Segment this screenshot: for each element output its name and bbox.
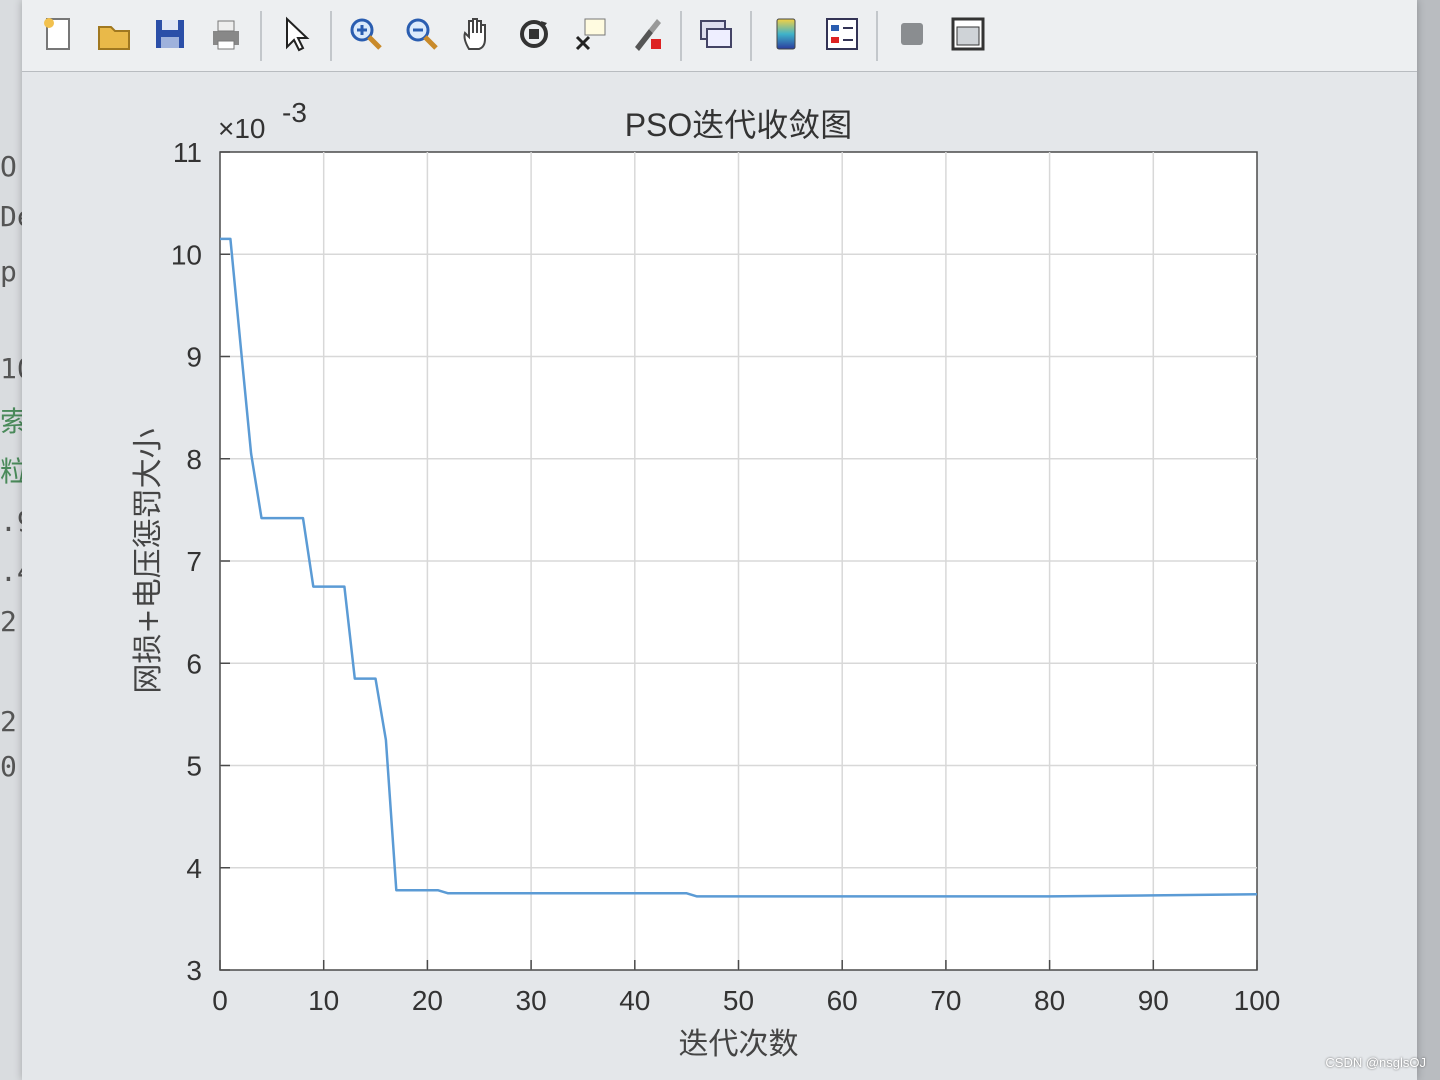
background-code-line: p (0, 255, 17, 288)
figure-toolbar (22, 0, 1417, 72)
y-tick-label: 7 (186, 546, 202, 577)
legend-icon (823, 15, 861, 57)
new-file-button[interactable] (34, 12, 82, 60)
chart-title: PSO迭代收敛图 (625, 107, 853, 143)
x-tick-label: 50 (723, 985, 754, 1016)
y-tick-label: 6 (186, 648, 202, 679)
colorbar-button[interactable] (762, 12, 810, 60)
convergence-chart: 0 10 20 30 40 50 60 70 80 90 100 3 4 5 6 7 8 9 10 11 ×10 -3 PS… (131, 97, 1281, 1062)
y-exponent-power: -3 (282, 97, 307, 128)
figure-window: 0 10 20 30 40 50 60 70 80 90 100 3 4 5 6 7 8 9 10 11 ×10 -3 PS… (22, 0, 1417, 1080)
hide-plot-tools-icon (893, 15, 931, 57)
pan-hand-icon (459, 15, 497, 57)
y-exponent-label: ×10 (218, 113, 266, 144)
toolbar-separator (750, 10, 752, 61)
new-file-icon (39, 15, 77, 57)
x-tick-label: 0 (212, 985, 228, 1016)
legend-button[interactable] (818, 12, 866, 60)
hide-plot-tools-button[interactable] (888, 12, 936, 60)
watermark: CSDN @nsglsOJ (1325, 1055, 1426, 1070)
show-plot-tools-button[interactable] (944, 12, 992, 60)
link-plot-button[interactable] (692, 12, 740, 60)
zoom-in-icon (347, 15, 385, 57)
toolbar-separator (330, 10, 332, 61)
brush-icon (627, 15, 665, 57)
save-button[interactable] (146, 12, 194, 60)
x-tick-label: 20 (412, 985, 443, 1016)
x-tick-label: 30 (516, 985, 547, 1016)
x-tick-label: 100 (1234, 985, 1281, 1016)
y-axis-label: 网损+电压惩罚大小 (131, 428, 166, 693)
zoom-in-button[interactable] (342, 12, 390, 60)
print-button[interactable] (202, 12, 250, 60)
x-tick-label: 40 (619, 985, 650, 1016)
cursor-button[interactable] (272, 12, 320, 60)
cursor-icon (277, 15, 315, 57)
x-tick-label: 10 (308, 985, 339, 1016)
x-tick-label: 60 (827, 985, 858, 1016)
plot-area: 0 10 20 30 40 50 60 70 80 90 100 3 4 5 6 7 8 9 10 11 ×10 -3 PS… (22, 72, 1417, 1080)
zoom-out-icon (403, 15, 441, 57)
rotate-3d-icon (515, 15, 553, 57)
y-tick-label: 4 (186, 853, 202, 884)
data-cursor-button[interactable] (566, 12, 614, 60)
pan-hand-button[interactable] (454, 12, 502, 60)
y-tick-label: 10 (171, 239, 202, 270)
toolbar-separator (260, 10, 262, 61)
zoom-out-button[interactable] (398, 12, 446, 60)
open-folder-button[interactable] (90, 12, 138, 60)
data-cursor-icon (571, 15, 609, 57)
save-icon (151, 15, 189, 57)
toolbar-separator (876, 10, 878, 61)
x-tick-label: 70 (930, 985, 961, 1016)
x-axis-label: 迭代次数 (679, 1027, 799, 1062)
y-tick-label: 3 (186, 955, 202, 986)
x-tick-label: 80 (1034, 985, 1065, 1016)
colorbar-icon (767, 15, 805, 57)
brush-button[interactable] (622, 12, 670, 60)
print-icon (207, 15, 245, 57)
y-tick-label: 11 (173, 137, 202, 168)
x-tick-label: 90 (1138, 985, 1169, 1016)
show-plot-tools-icon (949, 15, 987, 57)
open-folder-icon (95, 15, 133, 57)
y-tick-label: 5 (186, 751, 202, 782)
toolbar-separator (680, 10, 682, 61)
link-plot-icon (697, 15, 735, 57)
y-tick-label: 9 (186, 342, 202, 373)
y-tick-label: 8 (186, 444, 202, 475)
rotate-3d-button[interactable] (510, 12, 558, 60)
